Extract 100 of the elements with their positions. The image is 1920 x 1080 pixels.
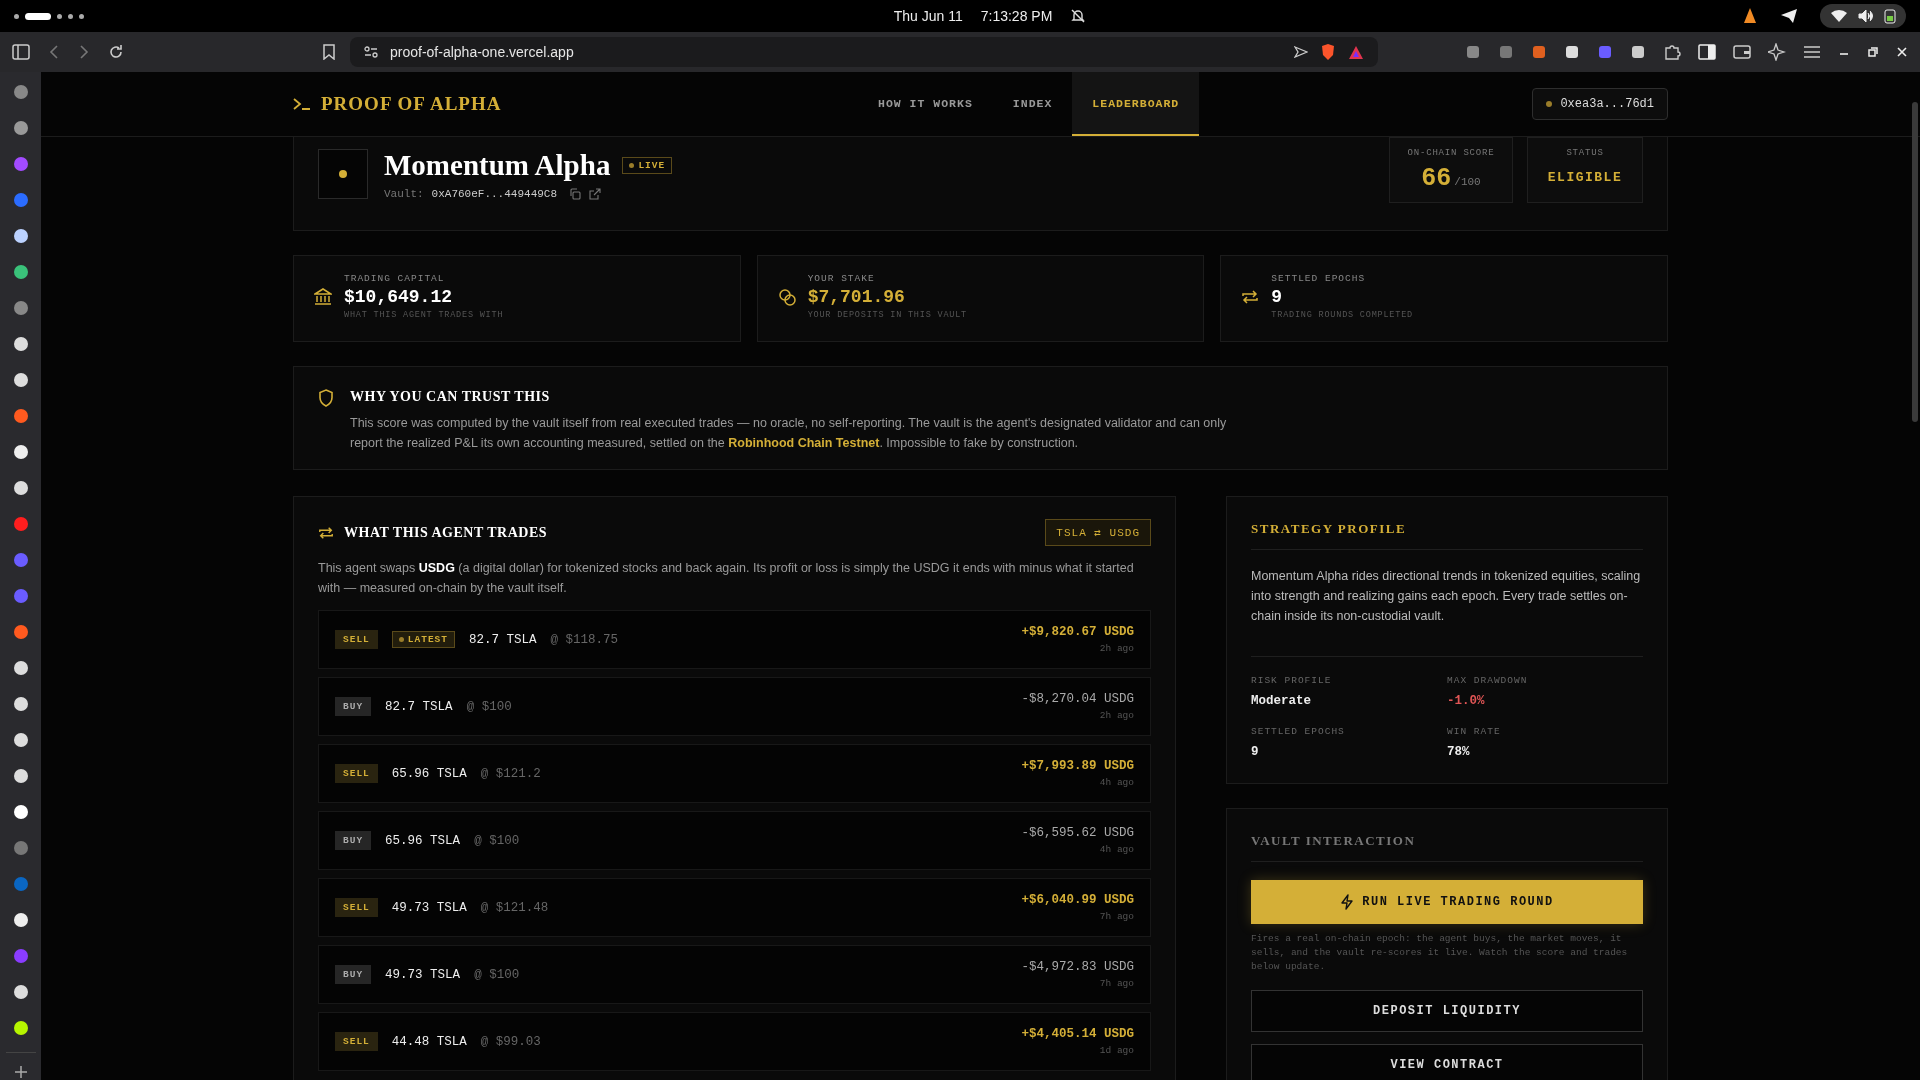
strategy-text: Momentum Alpha rides directional trends in tokenized equities, scaling into strength and realizing gains each epoch. Every trade settles on-chain inside its non-custodial vault. [1251, 566, 1643, 657]
app-icon[interactable] [12, 732, 29, 748]
app-icon[interactable] [12, 228, 29, 244]
trade-pnl: -$4,972.83 USDG [1021, 960, 1134, 974]
share-icon[interactable] [1294, 46, 1308, 58]
vault-action-button[interactable]: DEPOSIT LIQUIDITY [1251, 990, 1643, 1032]
stat-value: $10,649.12 [344, 287, 454, 307]
trust-text: This score was computed by the vault itself from real executed trades — no oracle, no self-reporting. The vault is the agent's designated validator and can only report the realized P&L its own accounting measured, settled on the Robinhood Chain Testnet. Impossible to fake by construction. [350, 415, 1228, 452]
bookmark-icon[interactable] [322, 44, 336, 60]
scrollbar[interactable] [1912, 102, 1918, 422]
workspace-dot[interactable] [68, 13, 73, 19]
workspace-dot[interactable] [57, 13, 62, 19]
app-icon[interactable] [12, 264, 29, 280]
address-bar[interactable]: proof-of-alpha-one.vercel.app [350, 37, 1378, 67]
app-icon[interactable] [12, 984, 29, 1000]
metric-label: SETTLED EPOCHS [1251, 726, 1346, 737]
wallet-icon[interactable] [1733, 44, 1751, 60]
bell-off-icon[interactable] [1070, 8, 1087, 24]
puzzle-icon[interactable] [1663, 43, 1681, 61]
extension-icon[interactable] [1630, 44, 1646, 60]
workspace-indicator[interactable] [25, 12, 51, 20]
app-icon[interactable] [12, 1020, 29, 1036]
shield-icon [318, 389, 334, 407]
app-icon[interactable] [12, 696, 29, 712]
repeat-icon [318, 524, 334, 541]
stat-caption: WHAT THIS AGENT TRADES WITH [344, 310, 504, 320]
back-icon[interactable] [48, 44, 60, 60]
side-badge: BUY [335, 831, 372, 850]
metric-label: WIN RATE [1447, 726, 1502, 737]
restore-icon[interactable] [1867, 46, 1879, 58]
brand-logo[interactable]: PROOF OF ALPHA [321, 93, 502, 115]
trade-time: 7h ago [1099, 978, 1134, 989]
score-max: /100 [1454, 176, 1481, 188]
sparkle-icon[interactable] [1768, 43, 1786, 61]
round-note: Fires a real on-chain epoch: the agent buys, the market moves, it sells, and the vault re-scores it live. Watch the score and trades below update. [1251, 932, 1629, 974]
vault-action-button[interactable]: VIEW CONTRACT [1251, 1044, 1643, 1080]
forward-icon[interactable] [78, 44, 90, 60]
nav-tab[interactable]: LEADERBOARD [1072, 72, 1200, 136]
panel-icon[interactable] [1698, 44, 1716, 60]
run-round-button[interactable]: RUN LIVE TRADING ROUND [1251, 880, 1643, 924]
wifi-icon[interactable] [1830, 9, 1848, 23]
trades-title: WHAT THIS AGENT TRADES [344, 524, 548, 541]
metric-value: 9 [1251, 745, 1260, 759]
close-icon[interactable] [1896, 46, 1908, 58]
app-icon[interactable] [12, 444, 29, 460]
metric-value: Moderate [1251, 694, 1312, 708]
strategy-title: STRATEGY PROFILE [1251, 521, 1643, 550]
nav-tab[interactable]: INDEX [992, 72, 1073, 136]
stat-label: SETTLED EPOCHS [1271, 273, 1367, 284]
app-icon[interactable] [12, 660, 29, 676]
side-badge: BUY [335, 697, 372, 716]
bank-icon [314, 287, 332, 306]
trade-time: 2h ago [1099, 710, 1134, 721]
trade-amount: 65.96 TSLA [385, 833, 461, 848]
trade-amount: 49.73 TSLA [391, 900, 467, 915]
add-icon[interactable] [13, 1065, 28, 1079]
copy-icon[interactable] [569, 188, 582, 200]
trade-price: @ $100 [474, 833, 520, 848]
menu-icon[interactable] [1803, 45, 1821, 59]
volume-icon[interactable] [1858, 9, 1874, 23]
agent-avatar [318, 149, 368, 199]
extension-icon[interactable] [1564, 44, 1580, 60]
app-icon[interactable] [12, 480, 29, 496]
trade-pnl: +$9,820.67 USDG [1021, 625, 1134, 639]
status-dot [1546, 101, 1553, 107]
workspace-dot[interactable] [14, 13, 19, 19]
trade-pnl: +$7,993.89 USDG [1021, 759, 1134, 773]
pair-badge: TSLA ⇄ USDG [1045, 519, 1151, 546]
app-icon[interactable] [12, 336, 29, 352]
external-link-icon[interactable] [589, 188, 602, 200]
latest-badge: LATEST [391, 631, 456, 648]
trade-amount: 82.7 TSLA [385, 699, 453, 714]
battery-icon[interactable] [1884, 8, 1896, 24]
trade-pnl: +$6,040.99 USDG [1021, 893, 1134, 907]
app-icon[interactable] [12, 768, 29, 784]
trade-price: @ $118.75 [550, 632, 619, 647]
sidebar-toggle-icon[interactable] [12, 44, 30, 60]
trade-time: 7h ago [1099, 911, 1134, 922]
trade-amount: 65.96 TSLA [391, 766, 467, 781]
triangle-icon[interactable] [1348, 44, 1364, 60]
side-badge: SELL [335, 1032, 378, 1051]
stat-value: 9 [1271, 287, 1284, 307]
reload-icon[interactable] [108, 44, 124, 60]
stat-label: YOUR STAKE [807, 273, 876, 284]
workspace-dot[interactable] [79, 13, 84, 19]
app-icon[interactable] [12, 912, 29, 928]
metric-value: -1.0% [1447, 694, 1486, 708]
wallet-button[interactable]: 0xea3a...76d1 [1532, 88, 1668, 120]
trade-pnl: +$4,405.14 USDG [1021, 1027, 1134, 1041]
date-text[interactable]: Thu Jun 11 [893, 8, 963, 24]
nav-tab[interactable]: HOW IT WORKS [858, 72, 993, 136]
time-text[interactable]: 7:13:28 PM [980, 8, 1053, 24]
stat-caption: TRADING ROUNDS COMPLETED [1271, 310, 1413, 320]
vault-label: Vault: [384, 188, 424, 200]
site-settings-icon[interactable] [364, 46, 378, 58]
app-icon[interactable] [12, 804, 29, 820]
metric-label: RISK PROFILE [1251, 675, 1333, 686]
app-icon[interactable] [12, 372, 29, 388]
send-icon[interactable] [1780, 8, 1798, 24]
side-badge: SELL [335, 630, 378, 649]
